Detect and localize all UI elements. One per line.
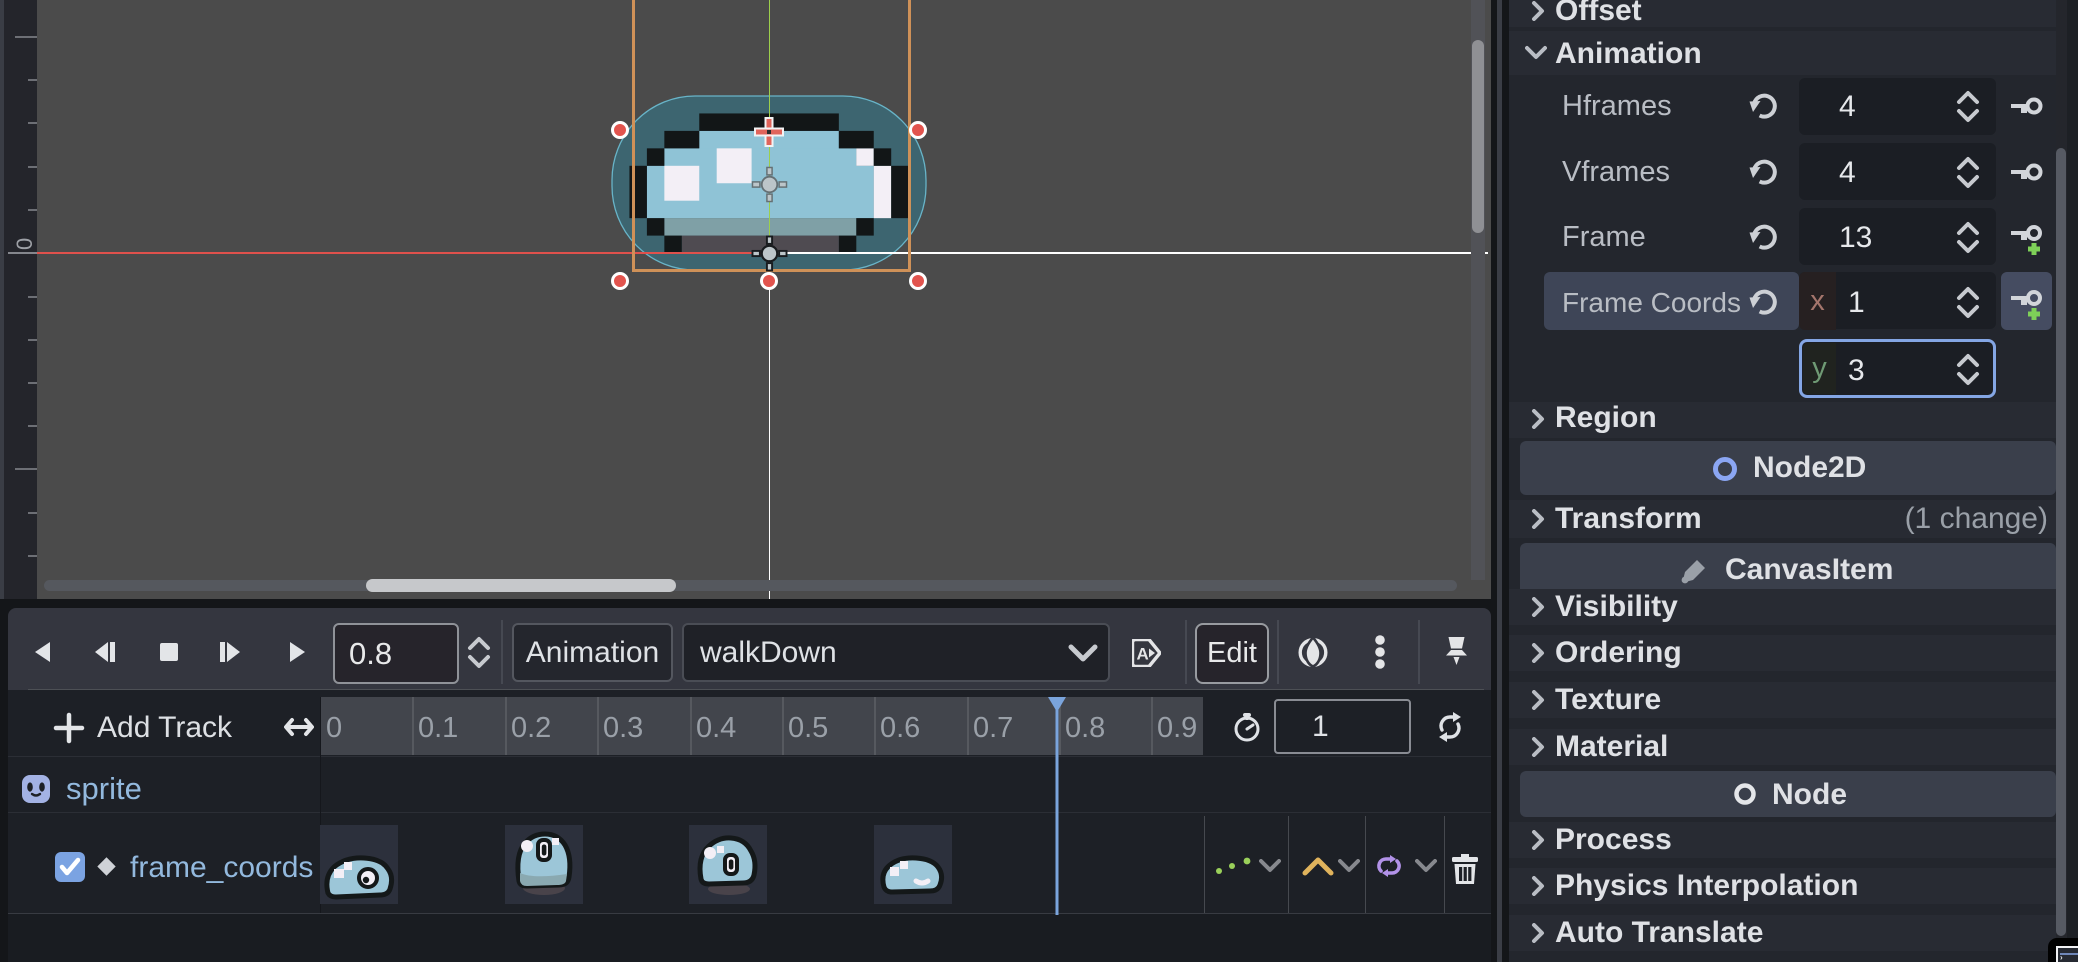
svg-text:A: A [1137, 645, 1149, 664]
